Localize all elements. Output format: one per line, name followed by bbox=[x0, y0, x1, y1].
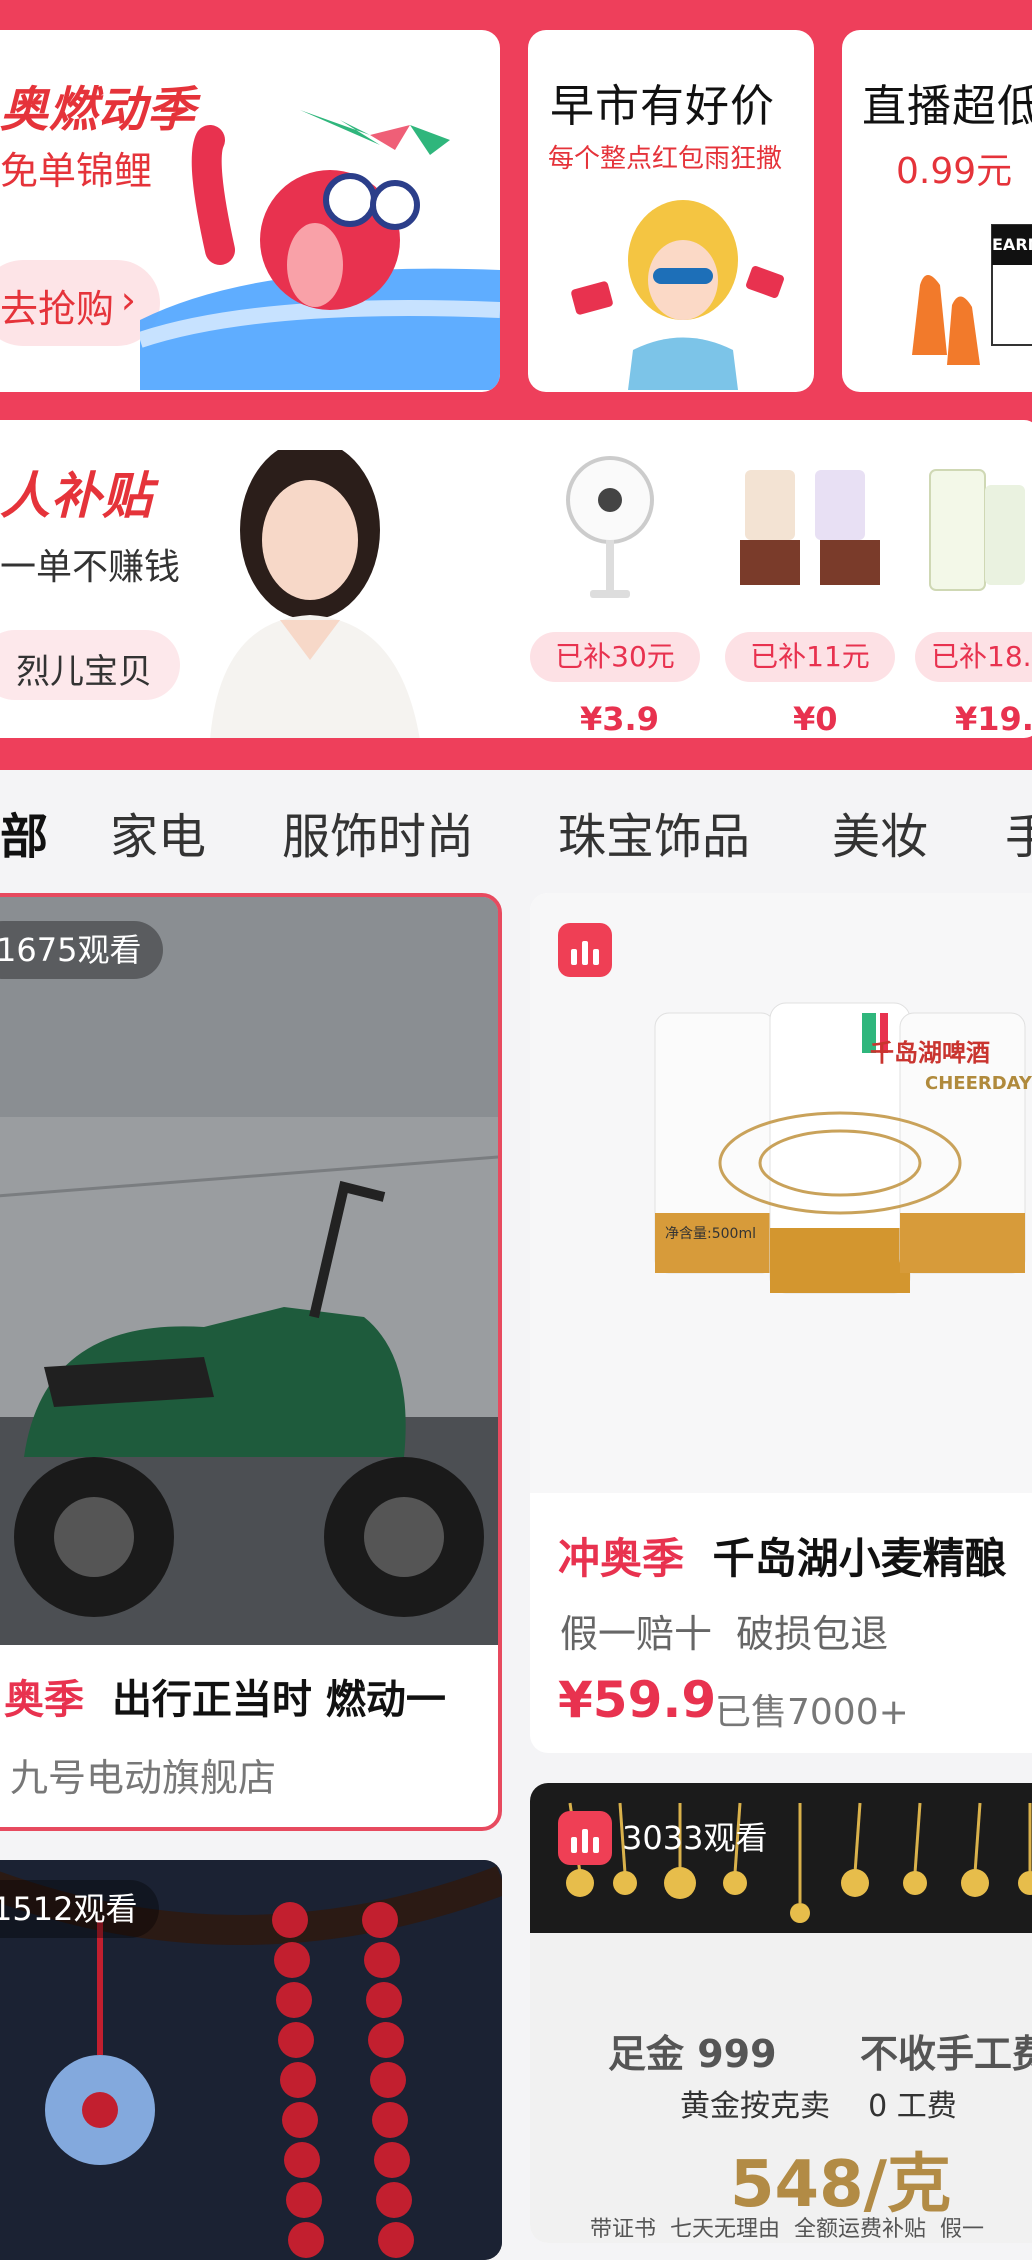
subsidy-title: 人补贴 bbox=[0, 467, 153, 525]
product-title: 冲奥季 千岛湖小麦精酿 bbox=[558, 1525, 1007, 1586]
subsidy-amount-label: 已补18. bbox=[915, 632, 1032, 682]
subsidy-product-3[interactable]: 已补18. ¥19.8 bbox=[915, 450, 1032, 738]
product-card-gold[interactable]: 3033观看 足金 999 不收手工费 黄金按克卖 0 工费 548/克 带证书… bbox=[530, 1783, 1032, 2243]
subsidy-price: ¥0 bbox=[793, 700, 838, 738]
promo-live-title: 直播超低 bbox=[862, 81, 1032, 132]
gold-fee-label: 不收手工费 bbox=[860, 2032, 1032, 2076]
subsidy-product-1[interactable]: 已补30元 ¥3.9 bbox=[530, 450, 700, 738]
promo-morning-title: 早市有好价 bbox=[550, 81, 775, 132]
promo-card-morning[interactable]: 早市有好价 每个整点红包雨狂撒 bbox=[528, 30, 814, 392]
product-card-bracelet[interactable]: 1512观看 bbox=[0, 1860, 502, 2260]
gold-service-tags: 带证书 七天无理由 全额运费补贴 假一 bbox=[590, 2217, 984, 2242]
beer-product-image bbox=[530, 893, 1032, 1493]
gold-sale-line: 黄金按克卖 0 工费 bbox=[680, 2089, 957, 2124]
beer-can-label-1: 千岛湖啤酒 bbox=[870, 1039, 990, 1067]
subsidy-tag-label: 烈儿宝贝 bbox=[16, 652, 152, 692]
beer-can-label-2: CHEERDAY bbox=[925, 1073, 1032, 1094]
subsidy-amount-label: 已补30元 bbox=[530, 632, 700, 682]
promo-olympic-button-label: 去抢购 bbox=[0, 287, 115, 331]
live-badge-icon bbox=[558, 1811, 612, 1865]
subsidy-price: ¥19.8 bbox=[955, 700, 1032, 738]
product-card-scooter[interactable]: 1675观看 奥季 出行正当时 燃动一 九号电动旗舰店 bbox=[0, 893, 502, 1831]
live-badge-icon bbox=[558, 923, 612, 977]
tab-all[interactable]: 部 bbox=[0, 797, 48, 867]
viewer-count: 1512观看 bbox=[0, 1880, 160, 1938]
promo-card-olympic[interactable]: 奥燃动季 免单锦鲤 去抢购 › bbox=[0, 30, 500, 392]
viewer-count: 3033观看 bbox=[622, 1819, 768, 1857]
tab-beauty[interactable]: 美妆 bbox=[832, 797, 928, 867]
sold-count: 已售7000+ bbox=[715, 1692, 909, 1733]
promo-morning-subtitle: 每个整点红包雨狂撒 bbox=[548, 144, 783, 174]
host-photo-icon bbox=[210, 450, 420, 738]
beer-can-label-3: 净含量:500ml bbox=[665, 1226, 756, 1242]
product-title-text: 千岛湖小麦精酿 bbox=[712, 1534, 1007, 1583]
promo-olympic-button[interactable]: 去抢购 › bbox=[0, 260, 160, 346]
scooter-live-image bbox=[0, 897, 498, 1645]
tab-more[interactable]: 手 bbox=[1005, 797, 1032, 867]
product-tags: 假一赔十 破损包退 bbox=[560, 1612, 889, 1656]
promo-live-price: 0.99元 bbox=[896, 151, 1013, 192]
earplug-brand-label: EARM bbox=[992, 235, 1032, 254]
tab-jewelry[interactable]: 珠宝饰品 bbox=[558, 797, 750, 867]
snack-product-icon bbox=[740, 470, 880, 585]
promo-card-live[interactable]: 直播超低 0.99元 EARM bbox=[842, 30, 1032, 392]
tab-appliances[interactable]: 家电 bbox=[110, 797, 206, 867]
promo-olympic-subtitle: 免单锦鲤 bbox=[0, 149, 153, 193]
olympic-mascot-icon bbox=[140, 110, 500, 390]
viewer-count: 1675观看 bbox=[0, 921, 164, 979]
subsidy-amount-label: 已补11元 bbox=[725, 632, 895, 682]
subsidy-banner[interactable]: 人补贴 一单不赚钱 烈儿宝贝 已补30元 ¥3.9 已补11元 ¥0 已补18.… bbox=[0, 420, 1032, 738]
tab-fashion[interactable]: 服饰时尚 bbox=[282, 797, 474, 867]
subsidy-tag[interactable]: 烈儿宝贝 bbox=[0, 630, 180, 700]
fan-product-icon bbox=[566, 456, 654, 598]
subsidy-subtitle: 一单不赚钱 bbox=[0, 547, 181, 588]
product-title-text: 出行正当时 燃动一 bbox=[111, 1677, 446, 1723]
product-title: 奥季 出行正当时 燃动一 bbox=[4, 1667, 446, 1725]
chevron-right-icon: › bbox=[120, 278, 136, 322]
gold-purity-label: 足金 999 bbox=[608, 2032, 777, 2076]
product-price: ¥59.9 bbox=[558, 1671, 717, 1729]
subsidy-price: ¥3.9 bbox=[580, 700, 659, 738]
skincare-product-icon bbox=[929, 469, 1025, 591]
product-title-prefix: 冲奥季 bbox=[558, 1534, 685, 1583]
product-title-prefix: 奥季 bbox=[4, 1677, 84, 1723]
shop-name[interactable]: 九号电动旗舰店 bbox=[10, 1747, 276, 1802]
product-card-beer[interactable]: 千岛湖啤酒 CHEERDAY 净含量:500ml 冲奥季 千岛湖小麦精酿 假一赔… bbox=[530, 893, 1032, 1753]
subsidy-product-2[interactable]: 已补11元 ¥0 bbox=[725, 450, 895, 738]
girl-illustration-icon bbox=[571, 200, 784, 390]
